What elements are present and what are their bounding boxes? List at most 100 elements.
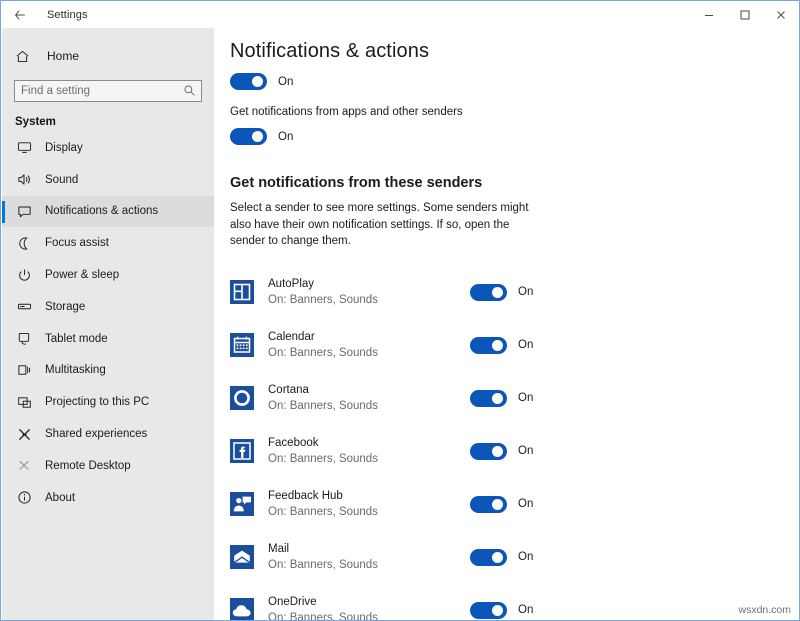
moon-icon: [15, 234, 33, 252]
sender-toggle-state: On: [518, 286, 533, 298]
master-notifications-toggle[interactable]: [230, 73, 267, 90]
sender-name: Calendar: [268, 330, 378, 345]
info-circle-icon: [15, 489, 33, 507]
settings-window: Settings Home: [0, 0, 800, 621]
facebook-icon: [230, 439, 254, 463]
list-item[interactable]: Feedback Hub On: Banners, Sounds On: [230, 478, 799, 531]
sidebar-item-label: About: [45, 492, 75, 504]
list-item[interactable]: Cortana On: Banners, Sounds On: [230, 372, 799, 425]
watermark: wsxdn.com: [738, 604, 791, 616]
sender-name: OneDrive: [268, 595, 378, 610]
sidebar-section-header: System: [2, 116, 214, 128]
senders-heading: Get notifications from these senders: [230, 175, 799, 191]
sidebar-item-label: Shared experiences: [45, 428, 147, 440]
search-icon: [183, 84, 196, 102]
sender-name: Feedback Hub: [268, 489, 378, 504]
sender-toggle-wrap: On: [470, 337, 533, 354]
sender-status: On: Banners, Sounds: [268, 505, 378, 520]
senders-description: Select a sender to see more settings. So…: [230, 200, 530, 250]
sidebar-item-tablet-mode[interactable]: Tablet mode: [2, 323, 214, 355]
calendar-icon: [230, 333, 254, 357]
sidebar-item-label: Sound: [45, 174, 78, 186]
autoplay-icon: [230, 280, 254, 304]
sidebar-item-display[interactable]: Display: [2, 132, 214, 164]
sidebar-item-remote-desktop[interactable]: Remote Desktop: [2, 450, 214, 482]
shared-experiences-icon: [15, 425, 33, 443]
sender-toggle[interactable]: [470, 284, 507, 301]
sender-status: On: Banners, Sounds: [268, 399, 378, 414]
mail-icon: [230, 545, 254, 569]
sender-toggle[interactable]: [470, 496, 507, 513]
sender-status: On: Banners, Sounds: [268, 346, 378, 361]
list-item[interactable]: OneDrive On: Banners, Sounds On: [230, 584, 799, 621]
sender-toggle-wrap: On: [470, 443, 533, 460]
toggle-knob: [492, 287, 503, 298]
toggle-knob: [252, 76, 263, 87]
toggle-knob: [492, 340, 503, 351]
list-item[interactable]: Mail On: Banners, Sounds On: [230, 531, 799, 584]
toggle-knob: [492, 605, 503, 616]
sidebar-item-home[interactable]: Home: [2, 42, 214, 70]
sidebar-item-label: Remote Desktop: [45, 460, 131, 472]
sidebar-item-power-sleep[interactable]: Power & sleep: [2, 259, 214, 291]
sidebar-item-label: Storage: [45, 301, 85, 313]
search-input[interactable]: [15, 80, 183, 102]
sidebar-item-label: Multitasking: [45, 364, 106, 376]
sender-toggle[interactable]: [470, 549, 507, 566]
toggle-knob: [492, 393, 503, 404]
list-item[interactable]: Calendar On: Banners, Sounds On: [230, 319, 799, 372]
sidebar-item-label: Tablet mode: [45, 333, 108, 345]
sidebar-item-label: Display: [45, 142, 83, 154]
sender-toggle-state: On: [518, 392, 533, 404]
toggle-knob: [252, 131, 263, 142]
apps-toggle-label: Get notifications from apps and other se…: [230, 106, 799, 118]
sender-toggle-wrap: On: [470, 390, 533, 407]
close-icon[interactable]: [763, 1, 799, 28]
apps-toggle-state: On: [278, 131, 293, 143]
senders-list: AutoPlay On: Banners, Sounds On: [230, 266, 799, 621]
sender-status: On: Banners, Sounds: [268, 293, 378, 308]
search-box[interactable]: [14, 80, 202, 102]
sender-toggle-wrap: On: [470, 549, 533, 566]
title-bar-left: Settings: [1, 1, 88, 28]
apps-notifications-toggle-row: On: [230, 128, 799, 145]
tablet-icon: [15, 330, 33, 348]
list-item[interactable]: AutoPlay On: Banners, Sounds On: [230, 266, 799, 319]
sender-toggle-state: On: [518, 604, 533, 616]
sender-name: AutoPlay: [268, 277, 378, 292]
power-icon: [15, 266, 33, 284]
sidebar-item-storage[interactable]: Storage: [2, 291, 214, 323]
apps-notifications-toggle[interactable]: [230, 128, 267, 145]
list-item[interactable]: Facebook On: Banners, Sounds On: [230, 425, 799, 478]
maximize-icon[interactable]: [727, 1, 763, 28]
sender-toggle[interactable]: [470, 337, 507, 354]
sidebar-item-notifications-actions[interactable]: Notifications & actions: [2, 196, 214, 228]
list-item-text: AutoPlay On: Banners, Sounds: [268, 277, 378, 308]
sidebar-item-sound[interactable]: Sound: [2, 164, 214, 196]
sender-name: Facebook: [268, 436, 378, 451]
master-toggle-state: On: [278, 76, 293, 88]
sender-toggle-state: On: [518, 445, 533, 457]
back-arrow-icon[interactable]: [1, 1, 39, 28]
sidebar-item-label: Projecting to this PC: [45, 396, 149, 408]
minimize-icon[interactable]: [691, 1, 727, 28]
sender-toggle-wrap: On: [470, 496, 533, 513]
sender-toggle[interactable]: [470, 390, 507, 407]
sidebar-item-projecting-to-this-pc[interactable]: Projecting to this PC: [2, 386, 214, 418]
notification-banner-icon: [15, 202, 33, 220]
sidebar-item-label: Focus assist: [45, 237, 109, 249]
master-notifications-toggle-row: On: [230, 73, 799, 90]
sender-status: On: Banners, Sounds: [268, 611, 378, 621]
sidebar-item-focus-assist[interactable]: Focus assist: [2, 227, 214, 259]
sidebar-nav-list: Display Sound Notifica: [2, 132, 214, 514]
home-label: Home: [47, 49, 79, 63]
sender-toggle[interactable]: [470, 443, 507, 460]
speaker-icon: [15, 171, 33, 189]
sidebar-item-label: Notifications & actions: [45, 205, 158, 217]
sender-toggle[interactable]: [470, 602, 507, 619]
sidebar-item-shared-experiences[interactable]: Shared experiences: [2, 418, 214, 450]
sidebar-item-multitasking[interactable]: Multitasking: [2, 355, 214, 387]
sidebar-item-about[interactable]: About: [2, 482, 214, 514]
remote-desktop-icon: [15, 457, 33, 475]
project-screen-icon: [15, 393, 33, 411]
